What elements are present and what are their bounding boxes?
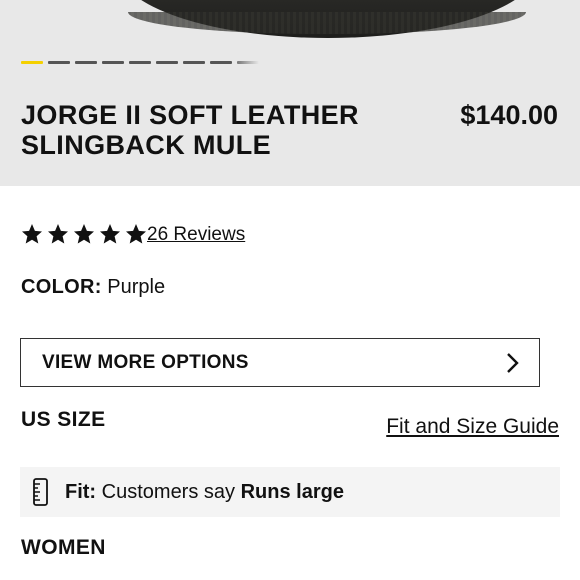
star-icon — [48, 224, 68, 244]
carousel-indicator — [21, 61, 259, 64]
fit-text: Fit: Customers say Runs large — [65, 481, 344, 504]
chevron-right-icon — [507, 352, 519, 373]
carousel-dot[interactable] — [75, 61, 97, 64]
star-icon — [126, 224, 146, 244]
view-more-options-button[interactable]: VIEW MORE OPTIONS — [20, 338, 540, 387]
product-price: $140.00 — [460, 100, 558, 130]
carousel-dot[interactable] — [210, 61, 232, 64]
view-more-options-label: VIEW MORE OPTIONS — [42, 351, 249, 373]
star-icon — [100, 224, 120, 244]
product-image-area[interactable]: JORGE II SOFT LEATHER SLINGBACK MULE $14… — [0, 0, 580, 186]
product-title: JORGE II SOFT LEATHER SLINGBACK MULE — [21, 100, 359, 160]
women-section-heading: WOMEN — [21, 536, 106, 559]
fit-label: Fit: — [65, 480, 97, 503]
carousel-dot[interactable] — [129, 61, 151, 64]
fit-size-guide-link[interactable]: Fit and Size Guide — [386, 415, 559, 439]
star-icon — [22, 224, 42, 244]
size-heading: US SIZE — [21, 408, 106, 431]
reviews-link[interactable]: 26 Reviews — [147, 224, 245, 246]
shoe-sole-texture — [128, 12, 526, 34]
fit-info-banner: Fit: Customers say Runs large — [20, 467, 560, 517]
ruler-icon — [33, 478, 48, 506]
color-value: Purple — [107, 276, 166, 298]
star-rating[interactable] — [20, 222, 148, 246]
carousel-dot[interactable] — [48, 61, 70, 64]
color-label: COLOR: — [21, 276, 102, 298]
fit-value: Runs large — [240, 480, 344, 503]
carousel-dot[interactable] — [237, 61, 259, 64]
carousel-dot[interactable] — [156, 61, 178, 64]
star-icon — [74, 224, 94, 244]
carousel-dot[interactable] — [102, 61, 124, 64]
carousel-dot[interactable] — [21, 61, 43, 64]
carousel-dot[interactable] — [183, 61, 205, 64]
fit-description: Customers say — [101, 480, 236, 503]
color-info: COLOR: Purple — [21, 276, 165, 299]
